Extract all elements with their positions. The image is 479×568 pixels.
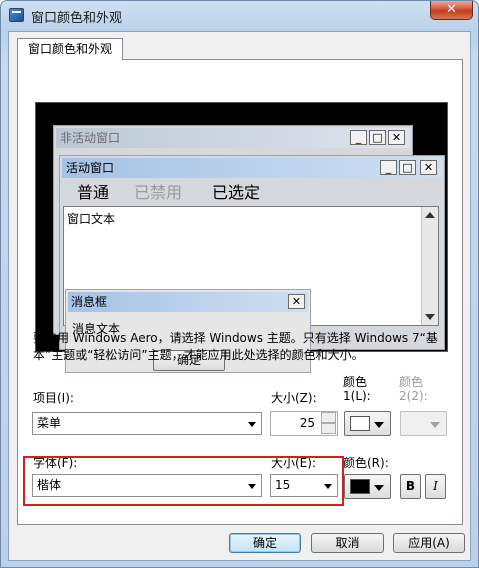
- item-label: 项目(I):: [33, 391, 74, 405]
- menu-bar: 普通 已禁用 已选定: [62, 181, 442, 205]
- chevron-down-icon: [374, 422, 384, 428]
- appearance-dialog: 窗口颜色和外观 ✕ 窗口颜色和外观 非活动窗口 _ □ ✕ 活动窗口 _ □ ✕: [0, 0, 479, 568]
- color2-label-top: 颜色: [399, 375, 424, 389]
- highlight-box: [23, 456, 344, 506]
- close-icon: ✕: [420, 160, 437, 175]
- window-text: 窗口文本: [67, 212, 116, 226]
- menu-item-disabled: 已禁用: [134, 183, 183, 202]
- font-color-swatch: [350, 479, 370, 494]
- close-icon: ✕: [446, 2, 457, 17]
- tab-window-color[interactable]: 窗口颜色和外观: [17, 38, 123, 60]
- color1-swatch: [350, 416, 370, 431]
- scrollbar: [421, 207, 438, 325]
- item-select-value: 菜单: [37, 416, 62, 430]
- item-size-stepper[interactable]: 25: [270, 411, 338, 436]
- maximize-icon: □: [369, 130, 386, 145]
- menu-item-normal: 普通: [77, 183, 110, 202]
- item-size-value: 25: [299, 416, 315, 430]
- app-icon: [9, 8, 24, 22]
- maximize-icon: □: [399, 160, 416, 175]
- item-select[interactable]: 菜单: [32, 412, 262, 435]
- chevron-down-icon: [430, 422, 440, 428]
- scroll-down-icon: [425, 314, 435, 320]
- font-color-button[interactable]: [344, 474, 391, 499]
- color2-button: [400, 411, 447, 436]
- description-text: 要启用 Windows Aero，请选择 Windows 主题。只有选择 Win…: [33, 331, 438, 362]
- chevron-down-icon: [248, 422, 256, 427]
- chevron-down-icon: [374, 485, 384, 491]
- message-box-title: 消息框: [68, 292, 308, 312]
- stepper-up-icon[interactable]: [321, 412, 336, 423]
- cancel-button[interactable]: 取消: [311, 533, 384, 553]
- dialog-client: 窗口颜色和外观 非活动窗口 _ □ ✕ 活动窗口 _ □ ✕ 普通 已禁用 已选…: [8, 31, 471, 561]
- minimize-icon: _: [380, 160, 397, 175]
- color1-button[interactable]: [344, 411, 391, 436]
- bold-button[interactable]: B: [400, 474, 421, 499]
- close-icon: ✕: [288, 294, 305, 309]
- font-color-label: 颜色(R):: [343, 456, 389, 470]
- apply-button[interactable]: 应用(A): [393, 533, 465, 553]
- color1-label-top: 颜色: [343, 375, 368, 389]
- color2-label: 2(2):: [399, 389, 428, 403]
- window-title: 窗口颜色和外观: [31, 11, 123, 26]
- preview-area: 非活动窗口 _ □ ✕ 活动窗口 _ □ ✕ 普通 已禁用 已选定 窗口文本 消…: [35, 102, 448, 373]
- titlebar: 窗口颜色和外观 ✕: [1, 1, 478, 29]
- minimize-icon: _: [350, 130, 367, 145]
- scroll-up-icon: [425, 212, 435, 218]
- stepper-down-icon[interactable]: [321, 423, 336, 434]
- item-size-label: 大小(Z):: [271, 391, 317, 405]
- close-button[interactable]: ✕: [430, 1, 473, 20]
- ok-button[interactable]: 确定: [229, 533, 301, 553]
- menu-item-selected: 已选定: [212, 183, 261, 202]
- close-icon: ✕: [388, 130, 405, 145]
- italic-button[interactable]: I: [425, 474, 446, 499]
- color1-label: 1(L):: [343, 389, 371, 403]
